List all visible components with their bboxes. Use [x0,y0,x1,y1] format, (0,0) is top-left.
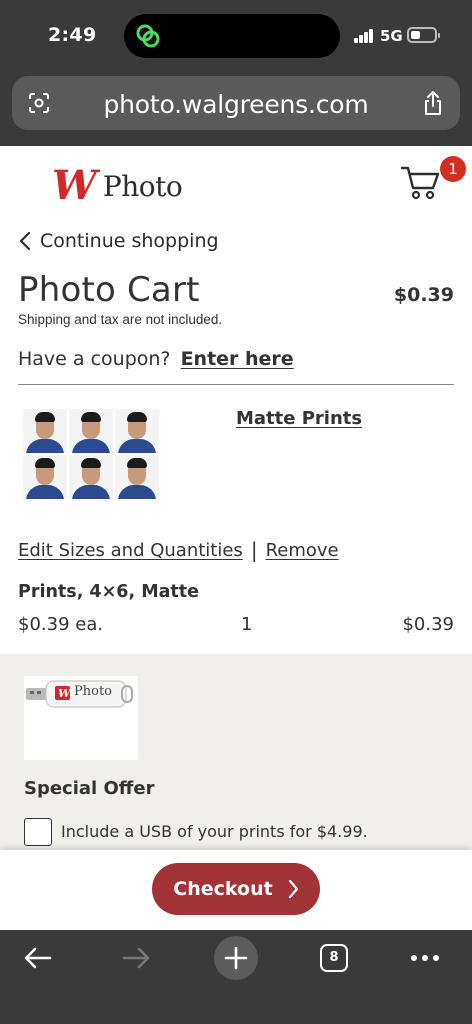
enter-coupon-link[interactable]: Enter here [181,348,294,370]
walgreens-photo-logo[interactable]: W Photo [52,162,183,209]
item-unit-price: $0.39 ea. [18,614,104,635]
passport-photo [23,409,67,453]
usb-offer-label[interactable]: Include a USB of your prints for $4.99. [61,822,368,841]
network-type: 5G [380,27,403,45]
dynamic-island [124,14,340,58]
forward-icon [122,947,150,969]
cart-total: $0.39 [393,284,454,306]
status-bar: 2:49 5G [0,0,472,72]
product-thumbnail[interactable] [22,408,159,500]
divider [18,384,454,385]
product-name-link[interactable]: Matte Prints [236,408,362,429]
signal-icon [354,29,374,43]
url-text[interactable]: photo.walgreens.com [12,90,460,119]
link-icon [136,24,160,48]
usb-offer-checkbox[interactable] [24,818,52,846]
checkout-label: Checkout [173,878,273,900]
site-header: W Photo 1 [0,146,472,222]
status-time: 2:49 [48,24,97,46]
plus-icon [224,946,248,970]
cart-icon [400,166,440,200]
back-icon[interactable] [22,942,54,974]
address-bar[interactable]: photo.walgreens.com [12,76,460,130]
shipping-note: Shipping and tax are not included. [18,312,223,327]
separator: | [250,538,258,562]
passport-photo [115,409,159,453]
checkout-button[interactable]: Checkout [152,863,320,915]
new-tab-button[interactable] [214,936,258,980]
coupon-prompt: Have a coupon? [18,348,171,370]
special-offer-section: W Photo Special Offer Include a USB of y… [0,654,472,850]
passport-photo [23,455,67,499]
item-actions: Edit Sizes and Quantities | Remove [18,538,339,562]
special-offer-title: Special Offer [24,778,155,799]
browser-address-area: photo.walgreens.com [0,72,472,146]
chevron-right-icon [288,879,298,899]
passport-photo [69,455,113,499]
page-title: Photo Cart [18,270,200,310]
coupon-row: Have a coupon? Enter here [18,348,294,370]
continue-shopping-label: Continue shopping [40,230,219,252]
web-page: W Photo 1 Continue shopping Photo Cart $… [0,146,472,930]
browser-toolbar: 8 [0,930,472,1024]
more-icon[interactable] [408,948,442,968]
battery-icon [407,27,440,43]
share-icon[interactable] [422,90,444,116]
remove-link[interactable]: Remove [266,540,339,561]
cart-button[interactable]: 1 [400,154,466,204]
edit-sizes-link[interactable]: Edit Sizes and Quantities [18,540,243,561]
chevron-left-icon [19,231,31,251]
tab-switcher-button[interactable]: 8 [320,944,348,972]
logo-mark: W [52,162,97,209]
item-description: Prints, 4×6, Matte [18,582,200,602]
item-line-total: $0.39 [402,614,454,635]
logo-text: Photo [102,169,183,203]
passport-photo [69,409,113,453]
checkout-bar: Checkout [0,850,472,930]
continue-shopping-link[interactable]: Continue shopping [18,230,219,252]
passport-photo [115,455,159,499]
item-quantity: 1 [241,614,253,635]
usb-product-image: W Photo [24,676,138,760]
svg-text:W: W [58,687,72,700]
cart-count-badge: 1 [440,156,466,182]
usb-logo-text: Photo [74,684,112,699]
